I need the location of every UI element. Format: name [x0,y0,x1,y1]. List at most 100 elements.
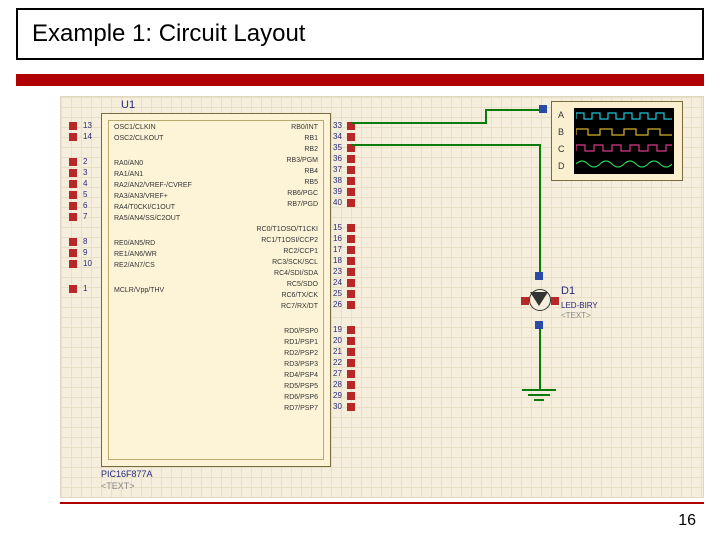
pin-stub [69,180,77,188]
wire-rb0-h1 [351,122,487,124]
pin-number: 20 [333,336,342,345]
pin-label: RA2/AN2/VREF-/CVREF [114,182,192,189]
pin-stub [347,301,355,309]
pin-stub [69,191,77,199]
pin-stub [347,370,355,378]
pin-number: 6 [83,201,87,210]
ground-symbol [522,389,556,401]
pin-number: 10 [83,259,92,268]
wire-rb0-v1 [485,109,487,124]
wire-rb2-h [351,144,541,146]
pin-label: RC3/SCK/SCL [272,259,318,266]
pin-label: RA5/AN4/SS/C2OUT [114,215,180,222]
pin-number: 13 [83,121,92,130]
pin-number: 2 [83,157,87,166]
circuit-canvas: U1 OSC1/CLKINOSC2/CLKOUTRA0/AN0RA1/AN1RA… [60,96,704,498]
scope-channel-d: D [558,161,565,171]
pin-number: 9 [83,248,87,257]
pin-number: 34 [333,132,342,141]
pin-number: 14 [83,132,92,141]
pin-label: RD7/PSP7 [284,405,318,412]
pin-stub [347,155,355,163]
led-triangle [530,292,548,306]
pin-label: RC1/T1OSI/CCP2 [261,237,318,244]
pin-number: 24 [333,278,342,287]
scope-channel-a: A [558,110,564,120]
pin-stub [347,133,355,141]
led-node-left [521,297,529,305]
pin-number: 26 [333,300,342,309]
pin-label: MCLR/Vpp/THV [114,287,164,294]
chip-refdes: U1 [121,99,135,111]
pin-stub [347,392,355,400]
pin-label: RD6/PSP6 [284,394,318,401]
pin-stub [69,158,77,166]
pin-stub [347,246,355,254]
pin-label: RB2 [304,146,318,153]
pin-label: OSC1/CLKIN [114,124,156,131]
pin-label: RC6/TX/CK [281,292,318,299]
scope-channel-b: B [558,127,564,137]
wave-c [576,144,672,152]
pin-stub [347,337,355,345]
pin-label: RB3/PGM [286,157,318,164]
pin-label: RA1/AN1 [114,171,143,178]
pin-number: 8 [83,237,87,246]
wave-b [576,128,672,136]
pin-label: RC5/SDO [287,281,318,288]
pin-label: RB4 [304,168,318,175]
pin-stub [347,359,355,367]
pin-label: RB7/PGD [287,201,318,208]
pin-number: 4 [83,179,87,188]
chip-value: <TEXT> [101,481,135,491]
pin-stub [347,188,355,196]
pin-label: RA4/T0CKI/C1OUT [114,204,175,211]
pin-number: 38 [333,176,342,185]
pin-number: 36 [333,154,342,163]
pin-stub [347,257,355,265]
pin-label: RC4/SDI/SDA [274,270,318,277]
oscilloscope-screen [574,108,674,174]
pin-label: RD1/PSP1 [284,339,318,346]
pin-label: RD4/PSP4 [284,372,318,379]
wire-led-gnd [539,329,541,389]
pin-stub [69,133,77,141]
pin-number: 33 [333,121,342,130]
pin-stub [347,326,355,334]
pin-label: RC0/T1OSO/T1CKI [257,226,318,233]
pin-stub [347,199,355,207]
pin-stub [69,202,77,210]
pin-stub [347,348,355,356]
wire-rb2-v [539,144,541,274]
pin-label: RB6/PGC [287,190,318,197]
wire-rb0-h2 [485,109,545,111]
pin-label: RD5/PSP5 [284,383,318,390]
led-node-right [551,297,559,305]
led-type: LED-BIRY [561,301,598,310]
wave-a [576,112,672,120]
pin-label: RD2/PSP2 [284,350,318,357]
footer-line [60,502,704,504]
pin-number: 25 [333,289,342,298]
pin-number: 16 [333,234,342,243]
pin-number: 22 [333,358,342,367]
pin-stub [69,169,77,177]
pin-number: 28 [333,380,342,389]
led-terminal-bottom [535,321,543,329]
chip-body: OSC1/CLKINOSC2/CLKOUTRA0/AN0RA1/AN1RA2/A… [101,113,331,467]
pin-number: 5 [83,190,87,199]
pin-number: 23 [333,267,342,276]
pin-label: RD0/PSP0 [284,328,318,335]
led-terminal-top [535,272,543,280]
scope-terminal-a [539,105,547,113]
pin-number: 37 [333,165,342,174]
pin-number: 35 [333,143,342,152]
pin-number: 15 [333,223,342,232]
pin-label: RA0/AN0 [114,160,143,167]
pin-stub [347,290,355,298]
pin-stub [69,285,77,293]
pin-label: RB5 [304,179,318,186]
pin-label: RB0/INT [291,124,318,131]
pin-stub [347,235,355,243]
scope-channel-c: C [558,144,565,154]
